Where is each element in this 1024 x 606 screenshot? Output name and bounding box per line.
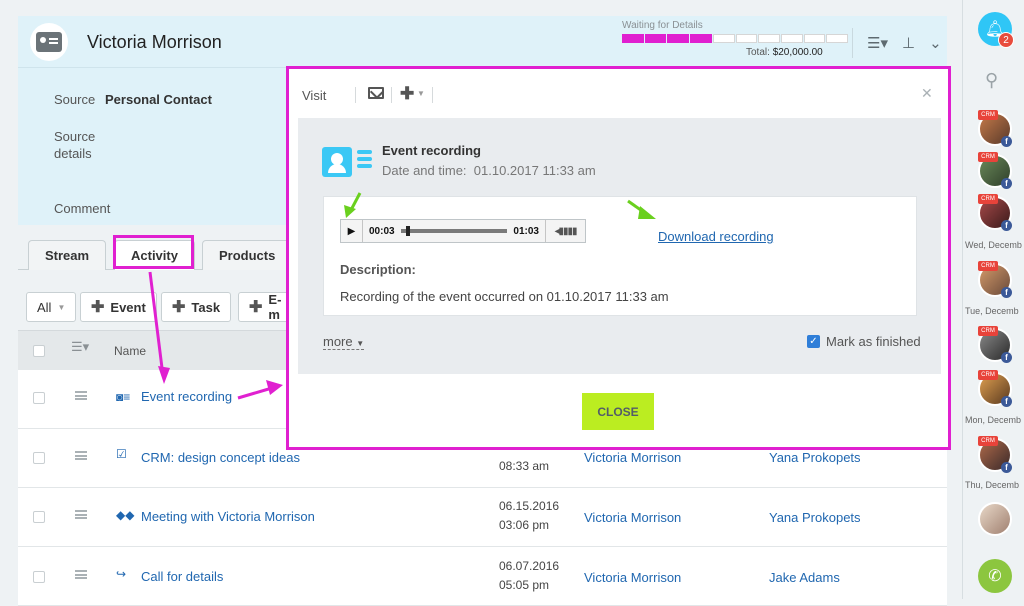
facebook-icon: f [1001,396,1012,407]
notification-badge: 2 [998,32,1014,48]
crm-badge: CRM [978,261,998,271]
green-arrow [349,192,362,211]
crm-page: Victoria Morrison Waiting for Details To… [0,0,962,606]
crm-badge: CRM [978,436,998,446]
crm-badge: CRM [978,326,998,336]
facebook-icon: f [1001,220,1012,231]
search-icon[interactable]: ⚲ [985,70,998,91]
crm-badge: CRM [978,152,998,162]
green-arrowhead [638,206,656,219]
avatar[interactable] [978,502,1012,536]
facebook-icon: f [1001,352,1012,363]
crm-badge: CRM [978,110,998,120]
facebook-icon: f [1001,287,1012,298]
magenta-arrowhead [158,366,170,384]
facebook-icon: f [1001,462,1012,473]
annotation-arrows [148,192,656,400]
crm-badge: CRM [978,194,998,204]
day-label: Tue, Decemb [965,306,1019,316]
magenta-arrow [237,386,273,400]
magenta-arrow [148,271,165,377]
phone-icon[interactable]: ✆ [978,559,1012,593]
magenta-arrowhead [266,380,283,395]
right-sidebar: 🔔︎ 2 ⚲ CRM f CRM f CRM f Wed, Decemb CRM… [962,0,1024,599]
facebook-icon: f [1001,178,1012,189]
facebook-icon: f [1001,136,1012,147]
day-label: Wed, Decemb [965,240,1022,250]
crm-badge: CRM [978,370,998,380]
day-label: Thu, Decemb [965,480,1020,490]
day-label: Mon, Decemb [965,415,1022,425]
